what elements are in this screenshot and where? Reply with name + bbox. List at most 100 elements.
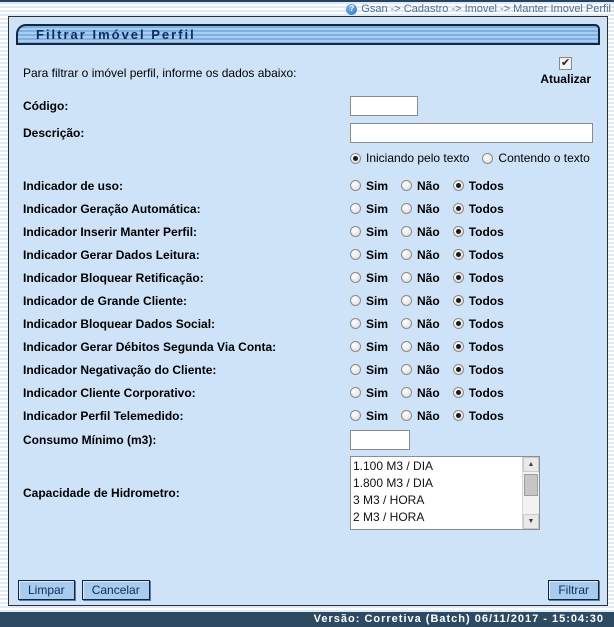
radio-label-sim: Sim [366, 363, 388, 377]
help-icon[interactable]: ? [346, 4, 357, 15]
radio-todos[interactable] [453, 387, 464, 398]
indicator-row: Indicador Cliente Corporativo: Sim Não T… [9, 381, 607, 404]
radio-label-nao: Não [417, 386, 440, 400]
radio-sim[interactable] [350, 341, 361, 352]
radio-sim[interactable] [350, 226, 361, 237]
indicator-row: Indicador Perfil Telemedido: Sim Não Tod… [9, 404, 607, 427]
scrollbar-down-icon[interactable]: ▼ [523, 514, 539, 529]
radio-label-sim: Sim [366, 202, 388, 216]
radio-label-iniciando: Iniciando pelo texto [366, 151, 469, 165]
radio-label-nao: Não [417, 248, 440, 262]
radio-label-nao: Não [417, 271, 440, 285]
radio-sim[interactable] [350, 318, 361, 329]
radio-sim[interactable] [350, 272, 361, 283]
radio-label-sim: Sim [366, 317, 388, 331]
radio-todos[interactable] [453, 295, 464, 306]
radio-label-sim: Sim [366, 248, 388, 262]
capacidade-listbox[interactable]: 1.100 M3 / DIA 1.800 M3 / DIA 3 M3 / HOR… [350, 456, 540, 530]
codigo-input[interactable] [350, 96, 418, 116]
radio-todos[interactable] [453, 341, 464, 352]
radio-iniciando-pelo-texto[interactable] [350, 153, 361, 164]
radio-label-nao: Não [417, 294, 440, 308]
radio-todos[interactable] [453, 203, 464, 214]
consumo-minimo-label: Consumo Mínimo (m3): [23, 433, 350, 447]
filter-form: Filtrar Imóvel Perfil Para filtrar o imó… [8, 16, 608, 606]
capacidade-label: Capacidade de Hidrometro: [23, 486, 350, 500]
radio-label-todos: Todos [469, 248, 504, 262]
indicator-label: Indicador Gerar Débitos Segunda Via Cont… [23, 340, 350, 354]
radio-nao[interactable] [401, 364, 412, 375]
radio-sim[interactable] [350, 180, 361, 191]
radio-label-sim: Sim [366, 294, 388, 308]
radio-label-todos: Todos [469, 179, 504, 193]
actions-row: Limpar Cancelar Filtrar [9, 580, 607, 605]
radio-label-contendo: Contendo o texto [498, 151, 589, 165]
indicator-label: Indicador de uso: [23, 179, 350, 193]
indicator-label: Indicador de Grande Cliente: [23, 294, 350, 308]
radio-sim[interactable] [350, 203, 361, 214]
indicator-row: Indicador Gerar Dados Leitura: Sim Não T… [9, 243, 607, 266]
consumo-minimo-input[interactable] [350, 430, 410, 450]
radio-label-nao: Não [417, 225, 440, 239]
indicator-label: Indicador Gerar Dados Leitura: [23, 248, 350, 262]
filtrar-button[interactable]: Filtrar [548, 580, 599, 600]
indicator-row: Indicador Bloquear Retificação: Sim Não … [9, 266, 607, 289]
intro-row: Para filtrar o imóvel perfil, informe os… [9, 57, 607, 86]
descricao-label: Descrição: [23, 126, 350, 140]
listbox-scrollbar[interactable]: ▲ ▼ [522, 457, 539, 529]
indicator-row: Indicador Negativação do Cliente: Sim Nã… [9, 358, 607, 381]
radio-todos[interactable] [453, 226, 464, 237]
cancelar-button[interactable]: Cancelar [82, 580, 150, 600]
radio-nao[interactable] [401, 410, 412, 421]
radio-label-todos: Todos [469, 271, 504, 285]
radio-sim[interactable] [350, 249, 361, 260]
radio-todos[interactable] [453, 180, 464, 191]
listbox-option[interactable]: 2 M3 / HORA [353, 509, 521, 526]
radio-sim[interactable] [350, 364, 361, 375]
radio-label-sim: Sim [366, 225, 388, 239]
radio-todos[interactable] [453, 318, 464, 329]
radio-label-todos: Todos [469, 340, 504, 354]
atualizar-checkbox[interactable] [559, 57, 572, 70]
limpar-button[interactable]: Limpar [18, 580, 75, 600]
scrollbar-up-icon[interactable]: ▲ [523, 457, 539, 472]
radio-label-nao: Não [417, 409, 440, 423]
intro-text: Para filtrar o imóvel perfil, informe os… [23, 66, 296, 80]
listbox-option[interactable]: 1.800 M3 / DIA [353, 475, 521, 492]
indicator-label: Indicador Bloquear Retificação: [23, 271, 350, 285]
radio-label-todos: Todos [469, 317, 504, 331]
radio-sim[interactable] [350, 410, 361, 421]
radio-nao[interactable] [401, 203, 412, 214]
descricao-input[interactable] [350, 123, 593, 143]
radio-sim[interactable] [350, 387, 361, 398]
radio-todos[interactable] [453, 272, 464, 283]
radio-nao[interactable] [401, 387, 412, 398]
listbox-option[interactable]: 1.100 M3 / DIA [353, 458, 521, 475]
radio-label-nao: Não [417, 202, 440, 216]
radio-todos[interactable] [453, 364, 464, 375]
radio-label-todos: Todos [469, 363, 504, 377]
indicator-label: Indicador Inserir Manter Perfil: [23, 225, 350, 239]
radio-label-sim: Sim [366, 340, 388, 354]
codigo-label: Código: [23, 99, 350, 113]
listbox-option[interactable]: 3 M3 / HORA [353, 492, 521, 509]
radio-nao[interactable] [401, 318, 412, 329]
radio-contendo-o-texto[interactable] [482, 153, 493, 164]
radio-nao[interactable] [401, 295, 412, 306]
radio-label-nao: Não [417, 317, 440, 331]
consumo-minimo-row: Consumo Mínimo (m3): [9, 428, 607, 452]
radio-nao[interactable] [401, 180, 412, 191]
radio-nao[interactable] [401, 272, 412, 283]
radio-sim[interactable] [350, 295, 361, 306]
indicator-row: Indicador de Grande Cliente: Sim Não Tod… [9, 289, 607, 312]
indicator-row: Indicador Bloquear Dados Social: Sim Não… [9, 312, 607, 335]
radio-todos[interactable] [453, 249, 464, 260]
radio-nao[interactable] [401, 249, 412, 260]
breadcrumb-path[interactable]: Gsan -> Cadastro -> Imovel -> Manter Imo… [361, 3, 611, 15]
indicator-row: Indicador Gerar Débitos Segunda Via Cont… [9, 335, 607, 358]
radio-nao[interactable] [401, 226, 412, 237]
radio-todos[interactable] [453, 410, 464, 421]
radio-label-nao: Não [417, 363, 440, 377]
radio-nao[interactable] [401, 341, 412, 352]
scrollbar-thumb[interactable] [524, 474, 538, 496]
